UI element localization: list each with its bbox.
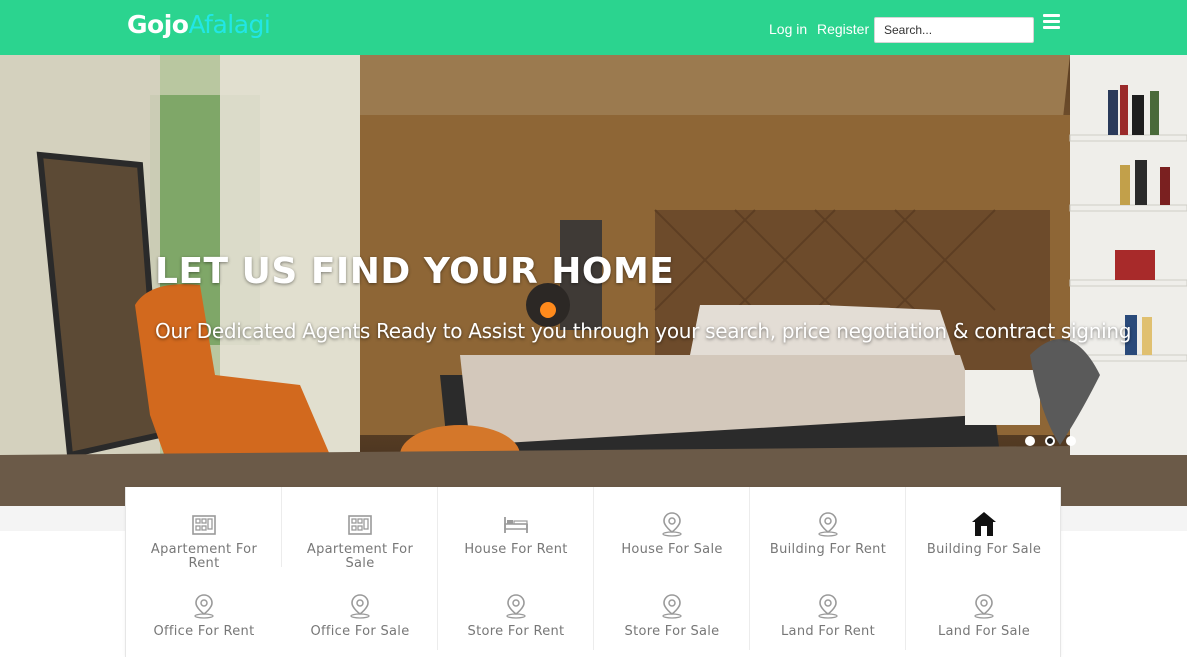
- category-label: Land For Rent: [781, 625, 875, 639]
- map-pin-icon: [350, 594, 370, 619]
- apartment-icon: [348, 515, 372, 535]
- hero-subtitle: Our Dedicated Agents Ready to Assist you…: [155, 319, 1132, 343]
- slider-dot-1[interactable]: [1025, 436, 1035, 446]
- category-apartment-for-sale[interactable]: Apartement For Sale: [282, 487, 438, 569]
- category-store-for-sale[interactable]: Store For Sale: [594, 569, 750, 651]
- category-label: Land For Sale: [937, 625, 1030, 639]
- category-label: Office For Rent: [153, 625, 255, 639]
- map-pin-icon: [818, 594, 838, 619]
- map-pin-icon: [194, 594, 214, 619]
- category-label: Store For Sale: [624, 625, 720, 639]
- category-label: House For Rent: [464, 543, 568, 557]
- map-pin-icon: [662, 594, 682, 619]
- category-label: Store For Rent: [467, 625, 565, 639]
- brand-name-part2: Afalagi: [188, 10, 271, 39]
- house-icon: [972, 512, 996, 536]
- bed-icon: [504, 517, 528, 533]
- category-building-for-sale[interactable]: Building For Sale: [906, 487, 1062, 569]
- slider-dot-3[interactable]: [1065, 436, 1076, 446]
- slider-dot-2[interactable]: [1045, 436, 1056, 446]
- register-link[interactable]: Register: [817, 21, 869, 37]
- map-pin-icon: [974, 594, 994, 619]
- hero-title: LET US FIND YOUR HOME: [155, 251, 675, 292]
- category-label: Building For Rent: [769, 543, 887, 557]
- hero-slider: LET US FIND YOUR HOME Our Dedicated Agen…: [0, 55, 1187, 506]
- top-navbar: GojoAfalagi Log in Register: [0, 0, 1187, 55]
- brand-logo[interactable]: GojoAfalagi: [127, 10, 271, 39]
- category-label: Apartement For Rent: [150, 543, 258, 569]
- category-house-for-rent[interactable]: House For Rent: [438, 487, 594, 569]
- map-pin-icon: [662, 512, 682, 537]
- map-pin-icon: [506, 594, 526, 619]
- category-land-for-rent[interactable]: Land For Rent: [750, 569, 906, 651]
- category-label: Office For Sale: [310, 625, 410, 639]
- hamburger-menu-icon[interactable]: [1043, 14, 1060, 31]
- category-house-for-sale[interactable]: House For Sale: [594, 487, 750, 569]
- category-label: Apartement For Sale: [306, 543, 414, 569]
- category-office-for-rent[interactable]: Office For Rent: [126, 569, 282, 651]
- login-link[interactable]: Log in: [769, 21, 807, 37]
- category-building-for-rent[interactable]: Building For Rent: [750, 487, 906, 569]
- category-office-for-sale[interactable]: Office For Sale: [282, 569, 438, 651]
- category-store-for-rent[interactable]: Store For Rent: [438, 569, 594, 651]
- apartment-icon: [192, 515, 216, 535]
- search-input[interactable]: [874, 17, 1034, 43]
- category-label: House For Sale: [621, 543, 723, 557]
- category-apartment-for-rent[interactable]: Apartement For Rent: [126, 487, 282, 569]
- category-label: Building For Sale: [926, 543, 1042, 557]
- slider-dots: [1025, 433, 1082, 451]
- category-grid: Apartement For Rent Apartement For Sale …: [125, 487, 1061, 657]
- category-land-for-sale[interactable]: Land For Sale: [906, 569, 1062, 651]
- map-pin-icon: [818, 512, 838, 537]
- brand-name-part1: Gojo: [127, 10, 189, 39]
